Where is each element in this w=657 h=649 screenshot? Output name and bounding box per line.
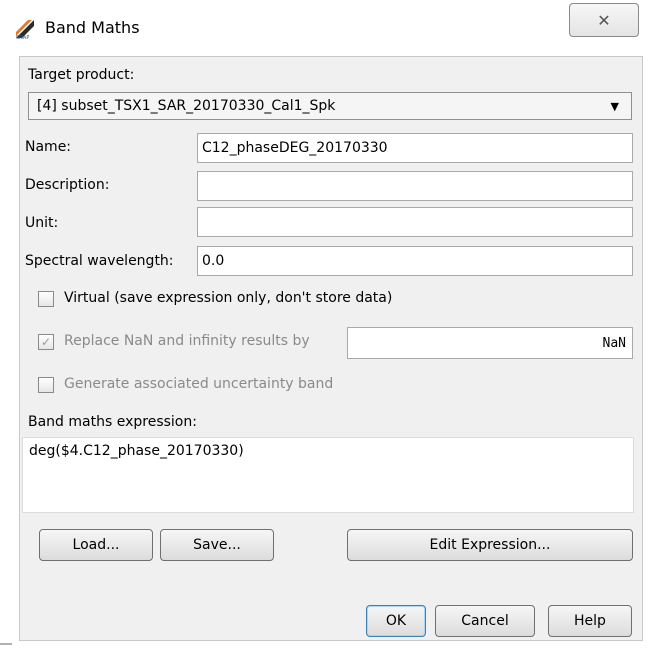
checkmark-icon: ✓ [40, 335, 52, 349]
load-button[interactable]: Load... [39, 529, 153, 561]
svg-text:SNAP: SNAP [16, 35, 29, 40]
description-field[interactable] [197, 171, 633, 201]
unit-label: Unit: [25, 215, 59, 231]
ok-button[interactable]: OK [366, 605, 426, 637]
band-maths-dialog: SNAP Band Maths ✕ Target product: [4] su… [0, 0, 657, 649]
title-bar[interactable]: SNAP Band Maths ✕ [0, 0, 657, 56]
target-product-value: [4] subset_TSX1_SAR_20170330_Cal1_Spk [37, 98, 336, 114]
save-button[interactable]: Save... [160, 529, 274, 561]
cancel-button[interactable]: Cancel [435, 605, 535, 637]
virtual-checkbox[interactable] [38, 291, 54, 307]
dialog-content: Target product: [4] subset_TSX1_SAR_2017… [19, 56, 643, 641]
virtual-label: Virtual (save expression only, don't sto… [64, 290, 393, 306]
name-value: C12_phaseDEG_20170330 [202, 140, 388, 156]
chevron-down-icon: ▼ [610, 100, 619, 113]
close-button[interactable]: ✕ [569, 3, 639, 37]
name-field[interactable]: C12_phaseDEG_20170330 [197, 133, 633, 163]
replace-nan-checkbox[interactable]: ✓ [38, 334, 54, 350]
help-button[interactable]: Help [548, 605, 632, 637]
wavelength-value: 0.0 [202, 253, 225, 269]
band-maths-app-icon: SNAP [15, 19, 35, 40]
replace-nan-label: Replace NaN and infinity results by [64, 333, 310, 349]
replace-nan-value: NaN [602, 335, 626, 351]
uncertainty-checkbox[interactable] [38, 377, 54, 393]
wavelength-field[interactable]: 0.0 [197, 246, 633, 276]
uncertainty-label: Generate associated uncertainty band [64, 376, 334, 392]
unit-field[interactable] [197, 207, 633, 237]
target-product-select[interactable]: [4] subset_TSX1_SAR_20170330_Cal1_Spk ▼ [28, 92, 632, 120]
name-label: Name: [25, 139, 72, 155]
expression-value: deg($4.C12_phase_20170330) [29, 443, 244, 459]
replace-nan-field[interactable]: NaN [347, 327, 633, 359]
expression-label: Band maths expression: [28, 414, 197, 430]
window-edge [0, 643, 12, 645]
description-label: Description: [25, 177, 110, 193]
target-product-label: Target product: [28, 67, 135, 83]
close-icon: ✕ [597, 10, 611, 30]
wavelength-label: Spectral wavelength: [25, 253, 174, 269]
expression-area[interactable]: deg($4.C12_phase_20170330) [22, 437, 634, 513]
window-title: Band Maths [45, 18, 140, 37]
edit-expression-button[interactable]: Edit Expression... [347, 529, 633, 561]
